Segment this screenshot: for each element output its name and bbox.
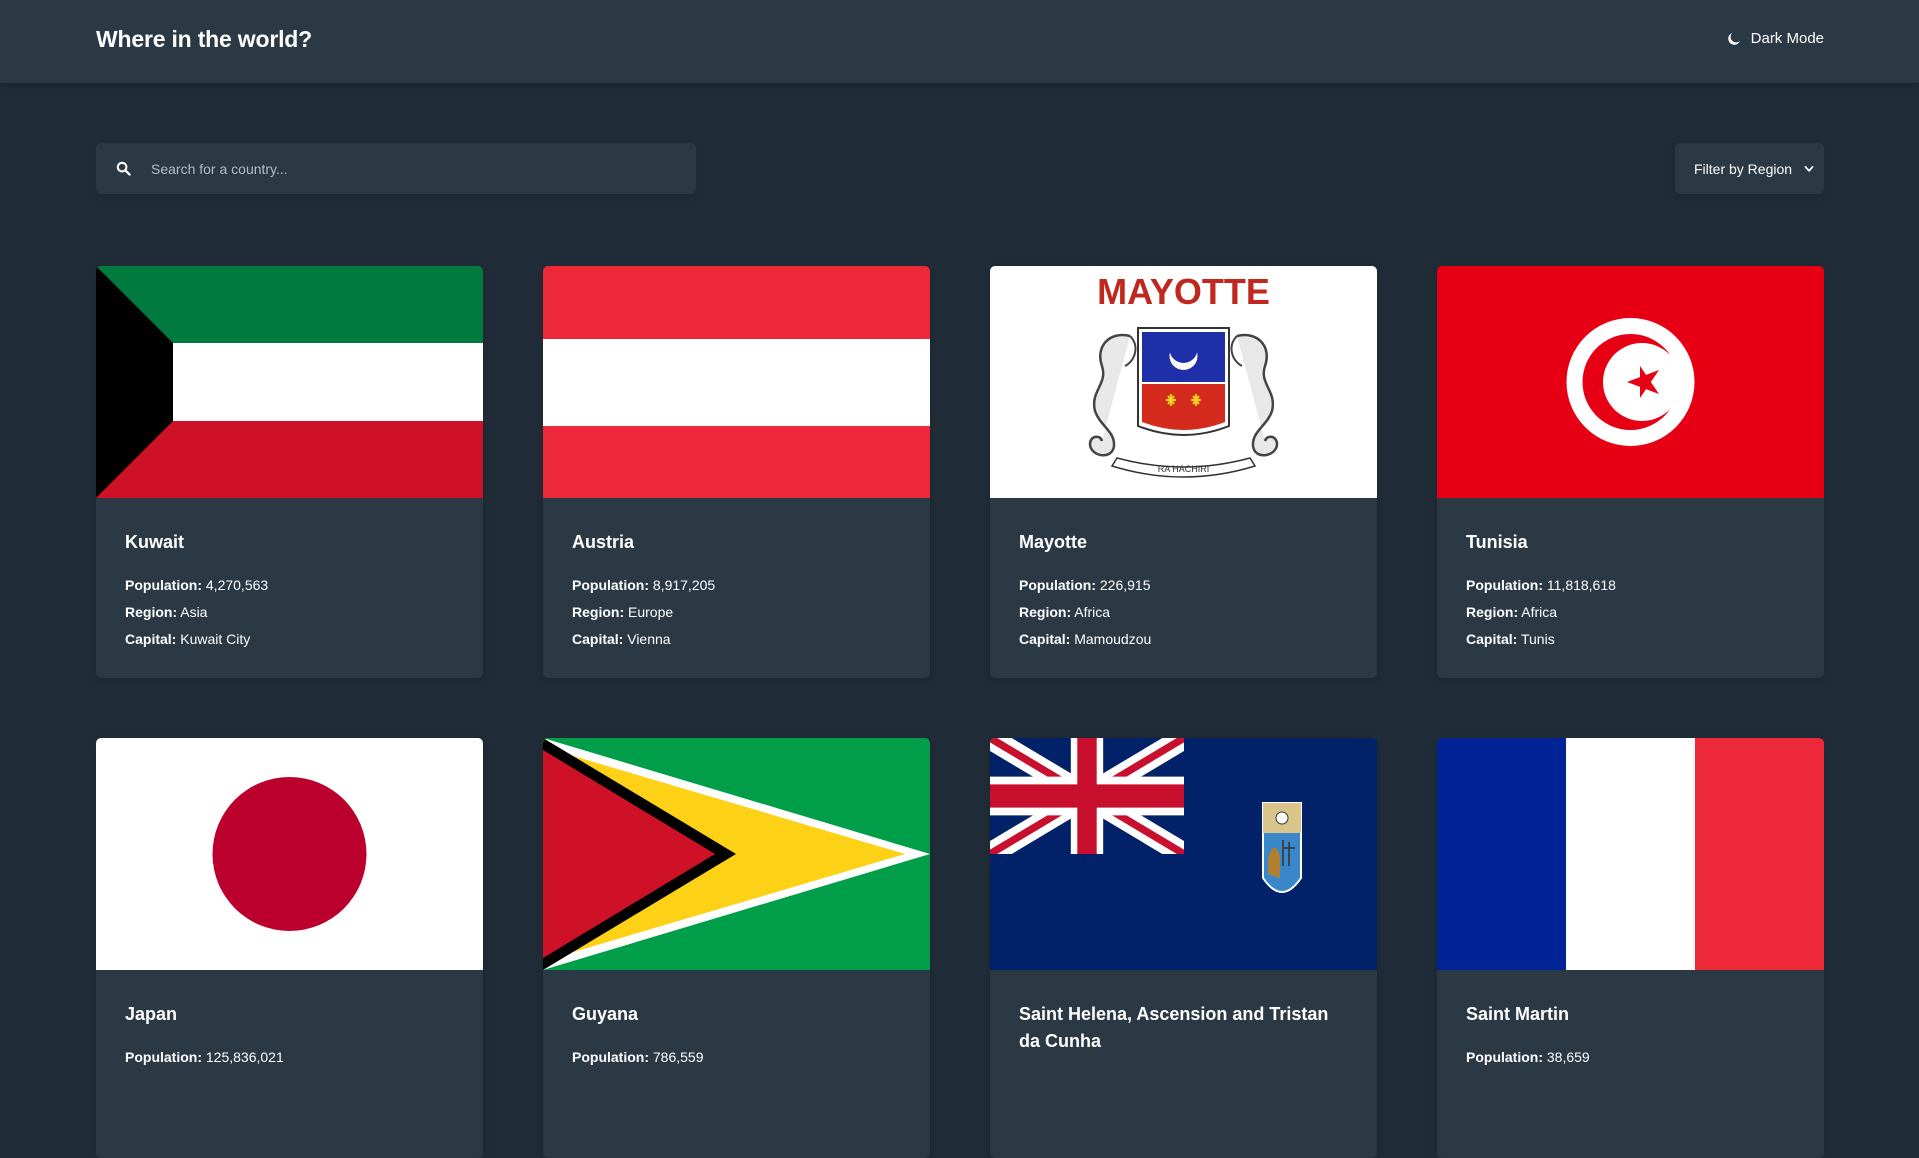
kuwait-flag xyxy=(96,266,483,498)
country-name: Kuwait xyxy=(125,532,185,552)
region-filter-dropdown[interactable]: Filter by Region xyxy=(1675,143,1824,194)
region-value: Africa xyxy=(1074,604,1111,620)
saint-martin-flag xyxy=(1437,738,1824,970)
region-value: Europe xyxy=(628,604,674,620)
country-name: Austria xyxy=(572,532,635,552)
population-value: 226,915 xyxy=(1099,577,1151,593)
population-line: Population: 4,270,563 xyxy=(125,577,269,593)
population-line: Population: 786,559 xyxy=(572,1049,704,1065)
top-bar: Where in the world? Dark Mode xyxy=(0,0,1919,83)
country-card-saint-helena[interactable]: Saint Helena, Ascension and Tristan da C… xyxy=(990,738,1377,1158)
chevron-down-icon xyxy=(1804,165,1814,172)
population-line: Population: 8,917,205 xyxy=(572,577,716,593)
dark-mode-toggle[interactable]: Dark Mode xyxy=(1727,30,1824,47)
tunisia-flag xyxy=(1437,266,1824,498)
population-line: Population: 226,915 xyxy=(1019,577,1151,593)
region-value: Asia xyxy=(180,604,208,620)
country-card-japan[interactable]: Japan Population: 125,836,021 xyxy=(96,738,483,1158)
population-value: 786,559 xyxy=(652,1049,704,1065)
country-name: Saint Martin xyxy=(1466,1004,1570,1024)
country-name: Guyana xyxy=(572,1004,639,1024)
capital-line: Capital: Mamoudzou xyxy=(1019,631,1152,647)
country-card-guyana[interactable]: Guyana Population: 786,559 xyxy=(543,738,930,1158)
country-name: Mayotte xyxy=(1019,532,1088,552)
region-line: Region: Africa xyxy=(1019,604,1111,620)
search-box[interactable] xyxy=(96,143,696,194)
capital-line: Capital: Kuwait City xyxy=(125,631,251,647)
country-name: Saint Helena, Ascension and Tristan da C… xyxy=(1019,1004,1329,1051)
population-line: Population: 11,818,618 xyxy=(1466,577,1616,593)
austria-flag xyxy=(543,266,930,498)
mayotte-flag: MAYOTTE RA HACHIRI xyxy=(990,266,1377,498)
region-value: Africa xyxy=(1521,604,1558,620)
app-title: Where in the world? xyxy=(96,26,312,52)
capital-value: Tunis xyxy=(1520,631,1555,647)
dark-mode-label: Dark Mode xyxy=(1750,30,1824,47)
population-value: 8,917,205 xyxy=(652,577,716,593)
search-icon xyxy=(116,161,131,176)
population-value: 125,836,021 xyxy=(205,1049,284,1065)
capital-value: Vienna xyxy=(627,631,671,647)
japan-flag xyxy=(96,738,483,970)
saint-helena-flag xyxy=(990,738,1377,970)
guyana-flag xyxy=(543,738,930,970)
country-card-tunisia[interactable]: Tunisia Population: 11,818,618 Region: A… xyxy=(1437,266,1824,678)
region-line: Region: Asia xyxy=(125,604,208,620)
capital-line: Capital: Tunis xyxy=(1466,631,1555,647)
population-line: Population: 38,659 xyxy=(1466,1049,1590,1065)
region-line: Region: Europe xyxy=(572,604,674,620)
country-card-mayotte[interactable]: MAYOTTE RA HACHIRI Mayotte Population: 2… xyxy=(990,266,1377,678)
population-value: 11,818,618 xyxy=(1546,577,1616,593)
region-line: Region: Africa xyxy=(1466,604,1558,620)
population-value: 4,270,563 xyxy=(205,577,269,593)
mayotte-flag-title: MAYOTTE xyxy=(1097,271,1270,312)
capital-line: Capital: Vienna xyxy=(572,631,671,647)
country-card-kuwait[interactable]: Kuwait Population: 4,270,563 Region: Asi… xyxy=(96,266,483,678)
mayotte-flag-motto: RA HACHIRI xyxy=(1158,464,1210,474)
capital-value: Kuwait City xyxy=(180,631,251,647)
capital-value: Mamoudzou xyxy=(1074,631,1152,647)
country-name: Japan xyxy=(125,1004,178,1024)
country-name: Tunisia xyxy=(1466,532,1528,552)
moon-icon xyxy=(1727,32,1740,45)
search-input[interactable] xyxy=(151,143,696,194)
region-filter-label: Filter by Region xyxy=(1694,160,1793,177)
population-line: Population: 125,836,021 xyxy=(125,1049,284,1065)
population-value: 38,659 xyxy=(1546,1049,1590,1065)
country-card-austria[interactable]: Austria Population: 8,917,205 Region: Eu… xyxy=(543,266,930,678)
country-card-saint-martin[interactable]: Saint Martin Population: 38,659 xyxy=(1437,738,1824,1158)
